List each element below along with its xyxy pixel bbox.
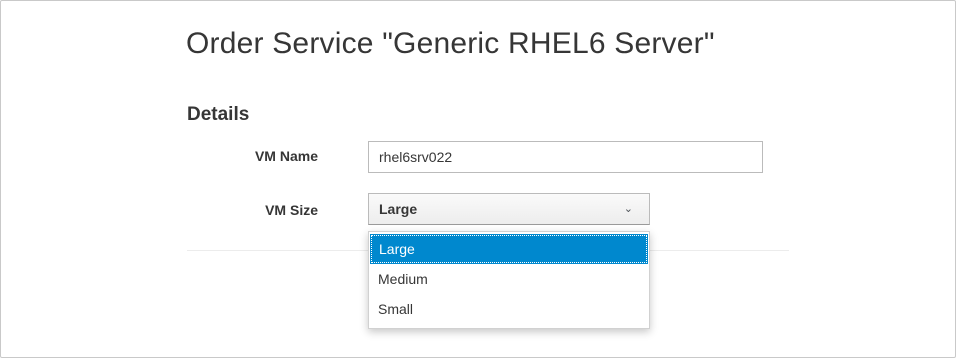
vm-size-dropdown-menu: Large Medium Small	[368, 231, 650, 329]
chevron-down-icon: ⌄	[623, 203, 633, 215]
page-title: Order Service "Generic RHEL6 Server"	[186, 27, 715, 60]
vm-size-label: VM Size	[265, 202, 318, 218]
option-medium[interactable]: Medium	[369, 264, 649, 294]
vm-size-select[interactable]: Large ⌄	[368, 193, 650, 225]
option-large[interactable]: Large	[370, 234, 648, 264]
vm-name-label: VM Name	[254, 148, 318, 164]
section-heading-details: Details	[187, 104, 250, 125]
dialog-frame: Order Service "Generic RHEL6 Server" Det…	[0, 0, 956, 358]
vm-name-input[interactable]: rhel6srv022	[368, 141, 763, 173]
vm-size-selected-value: Large	[379, 201, 418, 217]
option-small[interactable]: Small	[369, 294, 649, 324]
